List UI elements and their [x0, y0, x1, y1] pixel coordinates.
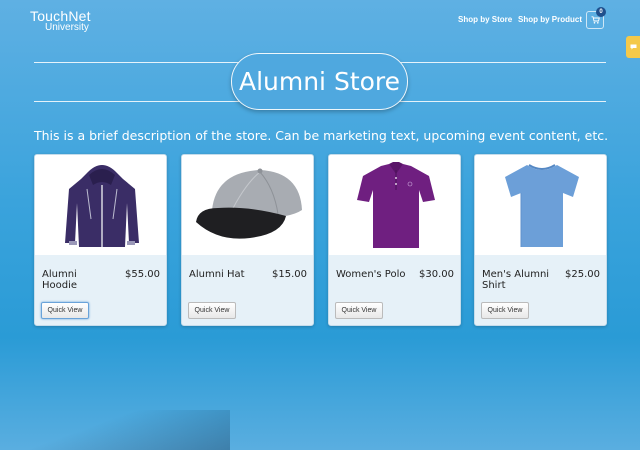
- quick-view-button[interactable]: Quick View: [335, 302, 383, 319]
- product-name[interactable]: Men's Alumni Shirt: [482, 269, 552, 291]
- tshirt-image[interactable]: [475, 155, 606, 255]
- product-card-hat[interactable]: Alumni Hat $15.00 Quick View: [181, 154, 314, 326]
- polo-image[interactable]: [329, 155, 460, 255]
- product-name[interactable]: Alumni Hat: [189, 269, 259, 280]
- hoodie-image[interactable]: [35, 155, 166, 255]
- quick-view-button[interactable]: Quick View: [41, 302, 89, 319]
- product-card-polo[interactable]: Women's Polo $30.00 Quick View: [328, 154, 461, 326]
- nav-shop-by-store[interactable]: Shop by Store: [458, 15, 512, 24]
- cart-count-badge: 0: [596, 7, 606, 17]
- product-name[interactable]: Women's Polo: [336, 269, 406, 280]
- product-card-hoodie[interactable]: Alumni Hoodie $55.00 Quick View: [34, 154, 167, 326]
- logo[interactable]: TouchNet University: [30, 8, 91, 33]
- quick-view-button[interactable]: Quick View: [188, 302, 236, 319]
- hat-image[interactable]: [182, 155, 313, 255]
- logo-top-text: TouchNet: [30, 8, 91, 24]
- page-title: Alumni Store: [238, 67, 401, 96]
- store-title-banner: Alumni Store: [231, 53, 408, 110]
- product-price: $30.00: [419, 269, 454, 280]
- store-description: This is a brief description of the store…: [34, 128, 609, 143]
- cart-icon: [591, 16, 600, 24]
- chat-icon: [630, 44, 636, 50]
- product-price: $55.00: [125, 269, 160, 280]
- product-name[interactable]: Alumni Hoodie: [42, 269, 112, 291]
- product-price: $15.00: [272, 269, 307, 280]
- product-card-shirt[interactable]: Men's Alumni Shirt $25.00 Quick View: [474, 154, 607, 326]
- feedback-tab[interactable]: [626, 36, 640, 58]
- product-price: $25.00: [565, 269, 600, 280]
- nav-shop-by-product[interactable]: Shop by Product: [518, 15, 582, 24]
- quick-view-button[interactable]: Quick View: [481, 302, 529, 319]
- background-shadow: [0, 410, 230, 450]
- header: TouchNet University Shop by Store Shop b…: [0, 0, 640, 40]
